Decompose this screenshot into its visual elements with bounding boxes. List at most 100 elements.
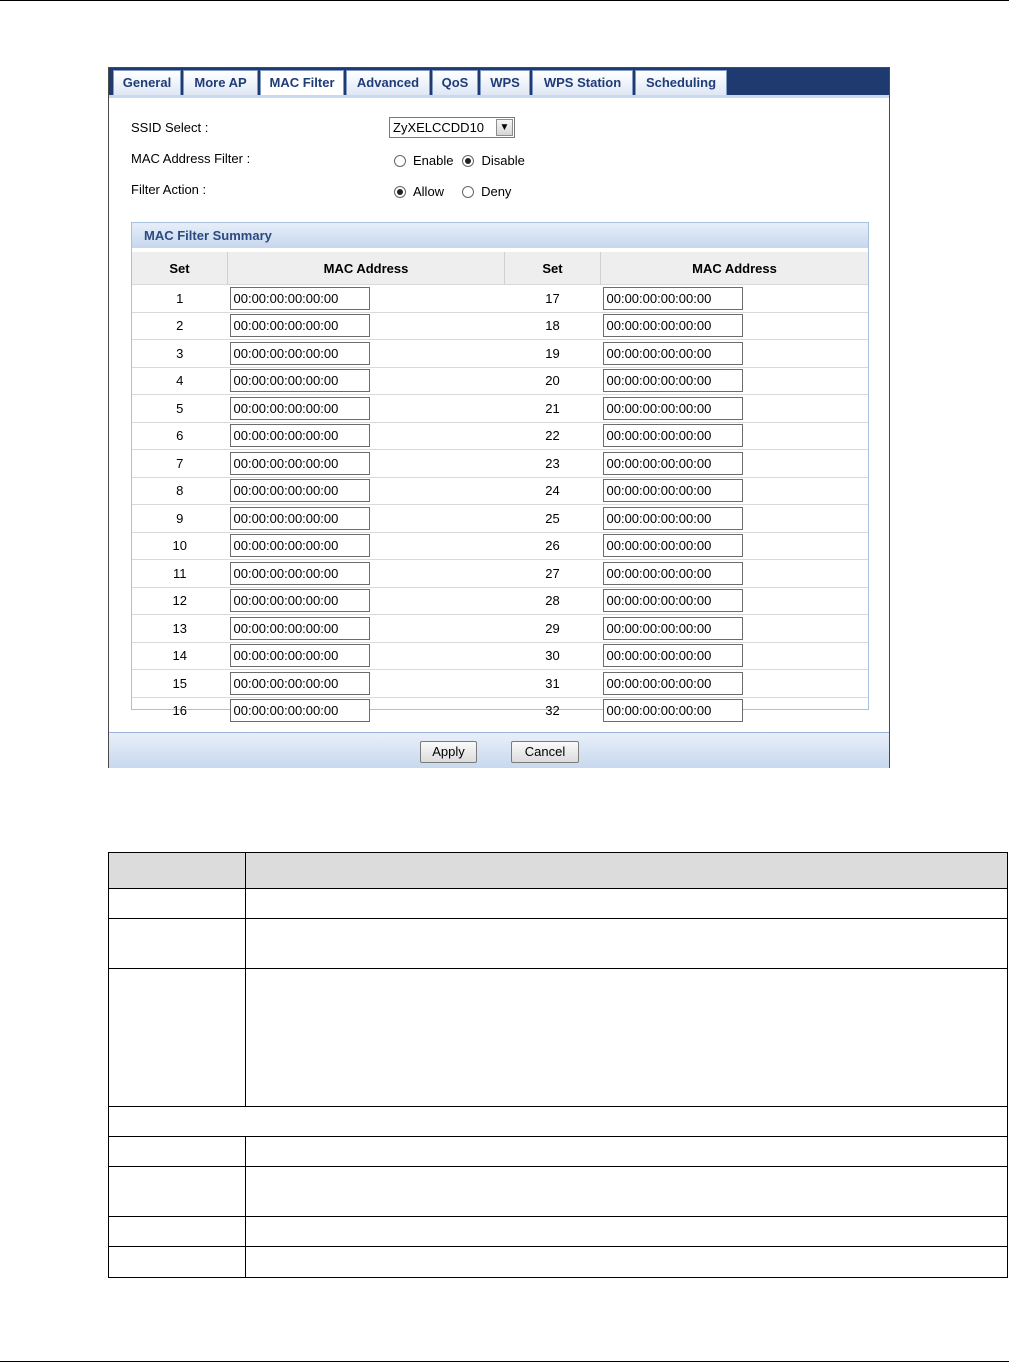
- mac-cell: 00:00:00:00:00:00: [600, 449, 868, 477]
- mac-address-input[interactable]: 00:00:00:00:00:00: [229, 671, 370, 695]
- tab-bar: General More AP MAC Filter Advanced QoS …: [109, 68, 889, 98]
- cancel-button[interactable]: Cancel: [511, 741, 579, 763]
- mac-address-input[interactable]: 00:00:00:00:00:00: [602, 506, 743, 530]
- mac-address-input[interactable]: 00:00:00:00:00:00: [602, 396, 743, 420]
- apply-button[interactable]: Apply: [420, 741, 477, 763]
- mac-address-input[interactable]: 00:00:00:00:00:00: [602, 314, 743, 338]
- description-table: [108, 852, 1008, 1278]
- filter-disable-radio[interactable]: [462, 154, 475, 167]
- ssid-select-value: ZyXELCCDD10: [393, 120, 485, 135]
- mac-address-input[interactable]: 00:00:00:00:00:00: [602, 644, 743, 668]
- mac-address-input[interactable]: 00:00:00:00:00:00: [602, 671, 743, 695]
- mac-cell: 00:00:00:00:00:00: [600, 311, 868, 340]
- set-number: 20: [504, 366, 601, 395]
- mac-address-input[interactable]: 00:00:00:00:00:00: [229, 644, 370, 668]
- col-set-right: Set: [504, 252, 601, 285]
- set-number: 32: [504, 696, 601, 724]
- mac-address-input[interactable]: 00:00:00:00:00:00: [229, 699, 370, 723]
- action-allow-label: Allow: [413, 184, 445, 199]
- tab-general[interactable]: General: [113, 70, 181, 95]
- action-deny-radio[interactable]: [462, 185, 475, 198]
- table-row: 3 00:00:00:00:00:00 19 00:00:00:00:00:00: [132, 339, 868, 367]
- set-number: 26: [504, 531, 601, 560]
- col-set-left: Set: [132, 252, 228, 285]
- ssid-select[interactable]: ZyXELCCDD10 ▼: [389, 117, 515, 138]
- tab-more-ap[interactable]: More AP: [183, 70, 258, 95]
- mac-address-input[interactable]: 00:00:00:00:00:00: [602, 424, 743, 448]
- table-row: 9 00:00:00:00:00:00 25 00:00:00:00:00:00: [132, 504, 868, 532]
- mac-address-input[interactable]: 00:00:00:00:00:00: [229, 286, 370, 310]
- table-row: 7 00:00:00:00:00:00 23 00:00:00:00:00:00: [132, 449, 868, 477]
- desc-row: [108, 1137, 1008, 1167]
- set-number: 4: [132, 366, 228, 395]
- mac-cell: 00:00:00:00:00:00: [600, 669, 868, 697]
- mac-address-input[interactable]: 00:00:00:00:00:00: [229, 479, 370, 503]
- action-allow-radio[interactable]: [394, 185, 406, 198]
- tab-advanced[interactable]: Advanced: [346, 70, 430, 95]
- mac-address-input[interactable]: 00:00:00:00:00:00: [602, 616, 743, 640]
- mac-cell: 00:00:00:00:00:00: [600, 421, 868, 450]
- mac-cell: 00:00:00:00:00:00: [227, 449, 505, 477]
- mac-address-input[interactable]: 00:00:00:00:00:00: [229, 451, 370, 475]
- set-number: 13: [132, 614, 228, 642]
- filter-enable-radio[interactable]: [394, 154, 406, 167]
- mac-address-input[interactable]: 00:00:00:00:00:00: [602, 369, 743, 393]
- mac-cell: 00:00:00:00:00:00: [600, 641, 868, 670]
- mac-filter-radio-group: Enable Disable: [394, 153, 525, 168]
- desc-row: [108, 969, 1008, 1107]
- mac-filter-summary: MAC Filter Summary Set MAC Address Set M…: [131, 222, 869, 724]
- tab-scheduling[interactable]: Scheduling: [635, 70, 727, 95]
- mac-cell: 00:00:00:00:00:00: [227, 504, 505, 532]
- desc-row: [108, 1247, 1008, 1278]
- set-number: 17: [504, 284, 601, 312]
- tab-wps[interactable]: WPS: [480, 70, 530, 95]
- table-row: 4 00:00:00:00:00:00 20 00:00:00:00:00:00: [132, 366, 868, 395]
- mac-address-input[interactable]: 00:00:00:00:00:00: [229, 561, 370, 585]
- chevron-down-icon[interactable]: ▼: [496, 119, 513, 136]
- set-number: 15: [132, 669, 228, 697]
- mac-cell: 00:00:00:00:00:00: [600, 559, 868, 587]
- tab-qos[interactable]: QoS: [432, 70, 478, 95]
- filter-action-radio-group: Allow Deny: [394, 184, 511, 199]
- table-header-row: Set MAC Address Set MAC Address: [132, 252, 868, 285]
- mac-address-input[interactable]: 00:00:00:00:00:00: [602, 561, 743, 585]
- mac-address-input[interactable]: 00:00:00:00:00:00: [602, 479, 743, 503]
- mac-cell: 00:00:00:00:00:00: [227, 421, 505, 450]
- set-number: 9: [132, 504, 228, 532]
- mac-address-input[interactable]: 00:00:00:00:00:00: [229, 369, 370, 393]
- mac-cell: 00:00:00:00:00:00: [600, 504, 868, 532]
- mac-cell: 00:00:00:00:00:00: [600, 366, 868, 395]
- mac-cell: 00:00:00:00:00:00: [600, 696, 868, 724]
- mac-address-input[interactable]: 00:00:00:00:00:00: [229, 424, 370, 448]
- mac-address-input[interactable]: 00:00:00:00:00:00: [602, 341, 743, 365]
- set-number: 30: [504, 641, 601, 670]
- page-bottom-rule: [0, 1361, 1009, 1362]
- mac-address-filter-label: MAC Address Filter :: [131, 151, 251, 166]
- action-deny-label: Deny: [481, 184, 512, 199]
- mac-cell: 00:00:00:00:00:00: [600, 476, 868, 505]
- desc-section-row: [108, 1107, 1008, 1137]
- mac-address-input[interactable]: 00:00:00:00:00:00: [229, 589, 370, 613]
- set-number: 12: [132, 586, 228, 615]
- set-number: 10: [132, 531, 228, 560]
- mac-cell: 00:00:00:00:00:00: [600, 339, 868, 367]
- table-row: 5 00:00:00:00:00:00 21 00:00:00:00:00:00: [132, 394, 868, 422]
- set-number: 3: [132, 339, 228, 367]
- desc-row: [108, 919, 1008, 969]
- mac-address-input[interactable]: 00:00:00:00:00:00: [602, 699, 743, 723]
- mac-address-input[interactable]: 00:00:00:00:00:00: [602, 589, 743, 613]
- tab-mac-filter[interactable]: MAC Filter: [260, 70, 344, 98]
- mac-address-input[interactable]: 00:00:00:00:00:00: [602, 286, 743, 310]
- mac-address-input[interactable]: 00:00:00:00:00:00: [229, 616, 370, 640]
- set-number: 25: [504, 504, 601, 532]
- mac-address-input[interactable]: 00:00:00:00:00:00: [229, 506, 370, 530]
- filter-disable-label: Disable: [481, 153, 525, 168]
- mac-address-input[interactable]: 00:00:00:00:00:00: [602, 534, 743, 558]
- mac-address-input[interactable]: 00:00:00:00:00:00: [229, 314, 370, 338]
- mac-address-input[interactable]: 00:00:00:00:00:00: [229, 341, 370, 365]
- mac-address-input[interactable]: 00:00:00:00:00:00: [229, 396, 370, 420]
- mac-address-input[interactable]: 00:00:00:00:00:00: [602, 451, 743, 475]
- table-row: 6 00:00:00:00:00:00 22 00:00:00:00:00:00: [132, 421, 868, 450]
- tab-wps-station[interactable]: WPS Station: [532, 70, 633, 95]
- mac-address-input[interactable]: 00:00:00:00:00:00: [229, 534, 370, 558]
